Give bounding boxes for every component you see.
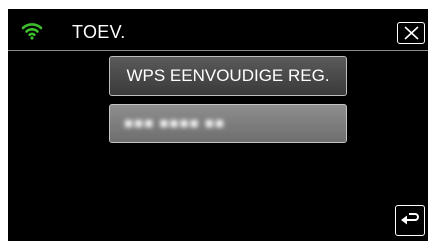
camera-screen: TOEV. WPS EENVOUDIGE REG. ■■■ ■■■■ ■■ <box>8 9 428 241</box>
network-entry-button[interactable]: ■■■ ■■■■ ■■ <box>109 104 347 143</box>
header: TOEV. <box>8 9 428 49</box>
return-icon <box>401 213 419 225</box>
network-name-label: ■■■ ■■■■ ■■ <box>124 115 225 132</box>
close-icon <box>404 26 419 40</box>
header-divider <box>8 50 428 51</box>
back-button[interactable] <box>395 205 425 236</box>
wifi-icon <box>21 22 43 40</box>
page-title: TOEV. <box>72 22 126 42</box>
close-button[interactable] <box>397 22 425 44</box>
wps-easy-registration-button[interactable]: WPS EENVOUDIGE REG. <box>109 56 347 96</box>
